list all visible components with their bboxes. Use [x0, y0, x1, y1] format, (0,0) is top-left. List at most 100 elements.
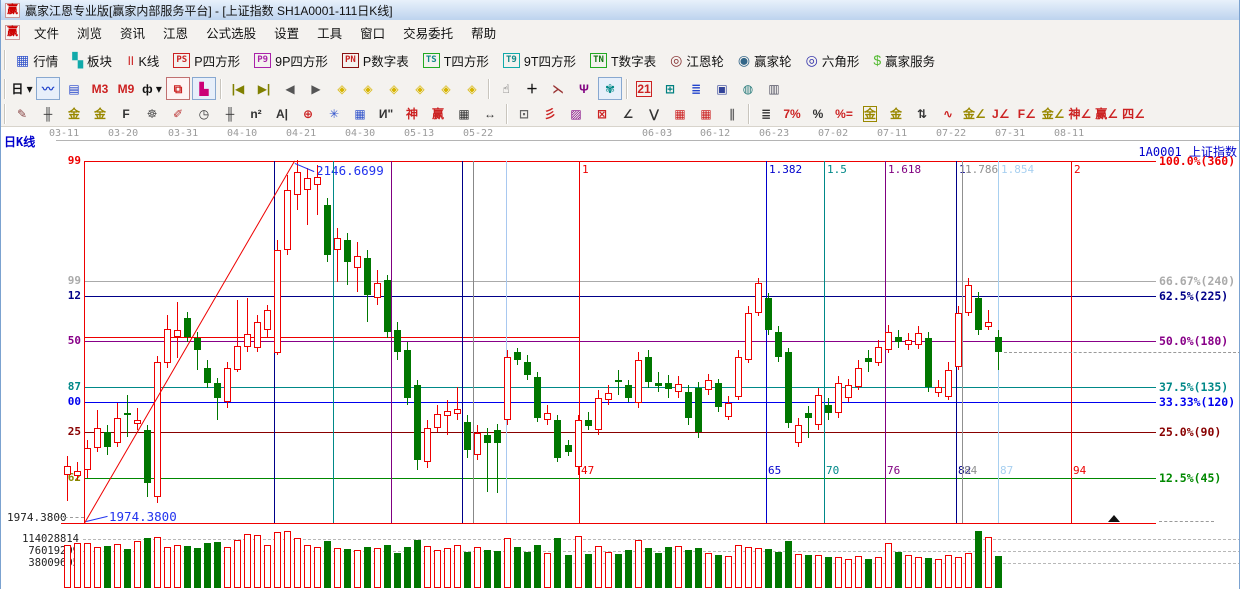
- menu-item-4[interactable]: 公式选股: [197, 20, 265, 45]
- compass2-icon[interactable]: ✐: [166, 102, 190, 125]
- time-lines-icon[interactable]: ╫: [218, 102, 242, 125]
- f-angle-icon[interactable]: F∠: [1015, 102, 1039, 125]
- percent-icon[interactable]: %: [806, 102, 830, 125]
- winner-wheel-button[interactable]: ◉ 赢家轮: [732, 48, 798, 73]
- gann-wheel-button[interactable]: ◎ 江恩轮: [664, 48, 730, 73]
- sectors-label: 板块: [87, 54, 113, 69]
- period-day-dropdown[interactable]: 日 ▾: [10, 77, 34, 100]
- map-icon[interactable]: ⧉: [166, 77, 190, 100]
- vertical-lines-icon[interactable]: ╫: [36, 102, 60, 125]
- candle-style-dropdown[interactable]: ф ▾: [140, 77, 164, 100]
- zoom-fit-diamond-icon[interactable]: ◈: [460, 77, 484, 100]
- symbol-label[interactable]: 1A0001 上证指数: [1138, 143, 1237, 160]
- angle-measure-icon[interactable]: ⋋: [546, 77, 570, 100]
- k-mark-icon[interactable]: И": [374, 102, 398, 125]
- export-web-icon[interactable]: ◍: [736, 77, 760, 100]
- spiral-icon[interactable]: ☸: [140, 102, 164, 125]
- notes-icon[interactable]: ≣: [684, 77, 708, 100]
- angle-a-icon[interactable]: A|: [270, 102, 294, 125]
- cycle-clock-icon[interactable]: ◷: [192, 102, 216, 125]
- title-bar[interactable]: 赢 赢家江恩专业版[赢家内部服务平台] - [上证指数 SH1A0001-111…: [1, 0, 1239, 21]
- gann-square-icon[interactable]: ⊠: [590, 102, 614, 125]
- j-angle-icon[interactable]: J∠: [989, 102, 1013, 125]
- red-grid2-icon[interactable]: ▦: [694, 102, 718, 125]
- t-square-button[interactable]: TS T四方形: [417, 48, 495, 73]
- prev-bar-icon[interactable]: ◀: [278, 77, 302, 100]
- zoom-compress-diamond-icon[interactable]: ◈: [408, 77, 432, 100]
- 9t-square-button[interactable]: T9 9T四方形: [497, 48, 582, 73]
- menu-item-6[interactable]: 工具: [308, 20, 351, 45]
- p-square-button[interactable]: PS P四方形: [167, 48, 246, 73]
- winner-service-button[interactable]: $ 赢家服务: [867, 48, 941, 73]
- h-measure-icon[interactable]: ↔: [478, 102, 502, 125]
- zoom-expand-diamond-icon[interactable]: ◈: [434, 77, 458, 100]
- period-mode-label[interactable]: 日K线: [4, 133, 35, 150]
- gann-brain-icon[interactable]: ✾: [598, 77, 622, 100]
- ying-angle-icon[interactable]: 赢∠: [1094, 102, 1119, 125]
- percent-line-icon[interactable]: 7%: [780, 102, 804, 125]
- 9p-square-button[interactable]: P9 9P四方形: [248, 48, 334, 73]
- shen-tool-icon[interactable]: 神: [400, 102, 424, 125]
- menu-item-8[interactable]: 交易委托: [394, 20, 462, 45]
- gold-line2-icon[interactable]: 金: [884, 102, 908, 125]
- gold2-angle-icon[interactable]: 金∠: [1041, 102, 1066, 125]
- gold-lines-icon[interactable]: 金: [62, 102, 86, 125]
- box-select-icon[interactable]: ⊡: [512, 102, 536, 125]
- price-ruler-icon[interactable]: ≣: [754, 102, 778, 125]
- hand-pan-icon[interactable]: ☝: [494, 77, 518, 100]
- quotes-button[interactable]: ▦ 行情: [10, 48, 64, 73]
- starburst-icon[interactable]: ✳: [322, 102, 346, 125]
- si-angle-icon[interactable]: 四∠: [1121, 102, 1146, 125]
- zoom-left-diamond-icon[interactable]: ◈: [330, 77, 354, 100]
- draw-compass-icon[interactable]: ✎: [10, 102, 34, 125]
- menu-item-0[interactable]: 文件: [25, 20, 68, 45]
- hexagon-button[interactable]: ◎ 六角形: [800, 48, 866, 73]
- ruler-grid-icon[interactable]: ▦: [452, 102, 476, 125]
- menu-item-2[interactable]: 资讯: [111, 20, 154, 45]
- t-number-table-button[interactable]: TN T数字表: [584, 48, 662, 73]
- wave3-icon[interactable]: M3: [88, 77, 112, 100]
- p-number-table-button[interactable]: PN P数字表: [336, 48, 415, 73]
- kline-button[interactable]: ॥ K线: [120, 48, 165, 73]
- gann-fan-icon[interactable]: 彡: [538, 102, 562, 125]
- red-grid-icon[interactable]: ▦: [668, 102, 692, 125]
- calculator-icon[interactable]: ⊞: [658, 77, 682, 100]
- wave9-icon[interactable]: M9: [114, 77, 138, 100]
- pitchfork-icon[interactable]: Ψ: [572, 77, 596, 100]
- trend-wave-icon[interactable]: 〰: [36, 77, 60, 100]
- grid-box-icon[interactable]: ▦: [348, 102, 372, 125]
- n-square-icon[interactable]: n²: [244, 102, 268, 125]
- menu-item-5[interactable]: 设置: [265, 20, 308, 45]
- sectors-button[interactable]: ▚ 板块: [66, 48, 118, 73]
- updown-icon[interactable]: ⇅: [910, 102, 934, 125]
- calendar-21-icon[interactable]: 21: [632, 77, 656, 100]
- parallel-lines-icon[interactable]: ∥: [720, 102, 744, 125]
- zoom-right-diamond-icon[interactable]: ◈: [356, 77, 380, 100]
- percent-eq-icon[interactable]: %=: [832, 102, 856, 125]
- wave-v-icon[interactable]: ⋁: [642, 102, 666, 125]
- last-bar-icon[interactable]: ▶|: [252, 77, 276, 100]
- angle-lines-icon[interactable]: ∠: [616, 102, 640, 125]
- menu-item-7[interactable]: 窗口: [351, 20, 394, 45]
- f10-info-icon[interactable]: ▤: [62, 77, 86, 100]
- ying-tool-icon[interactable]: 赢: [426, 102, 450, 125]
- shen-angle-icon[interactable]: 神∠: [1068, 102, 1093, 125]
- first-bar-icon[interactable]: |◀: [226, 77, 250, 100]
- gold-box-icon[interactable]: 金: [88, 102, 112, 125]
- fibonacci-icon[interactable]: F: [114, 102, 138, 125]
- menu-item-3[interactable]: 江恩: [154, 20, 197, 45]
- computer-icon[interactable]: ▥: [762, 77, 786, 100]
- gann-box-icon[interactable]: ▨: [564, 102, 588, 125]
- gold-circle-icon[interactable]: 金: [858, 102, 882, 125]
- menu-item-1[interactable]: 浏览: [68, 20, 111, 45]
- gold-angle-icon[interactable]: 金∠: [962, 102, 987, 125]
- menu-item-9[interactable]: 帮助: [462, 20, 505, 45]
- candle-wick: [927, 331, 929, 392]
- histogram-icon[interactable]: ▙: [192, 77, 216, 100]
- wave-tool-icon[interactable]: ∿: [936, 102, 960, 125]
- next-bar-icon[interactable]: ▶: [304, 77, 328, 100]
- circle-cross-icon[interactable]: ⊕: [296, 102, 320, 125]
- crosshair-icon[interactable]: ＋: [520, 77, 544, 100]
- zoom-h-diamond-icon[interactable]: ◈: [382, 77, 406, 100]
- save-icon[interactable]: ▣: [710, 77, 734, 100]
